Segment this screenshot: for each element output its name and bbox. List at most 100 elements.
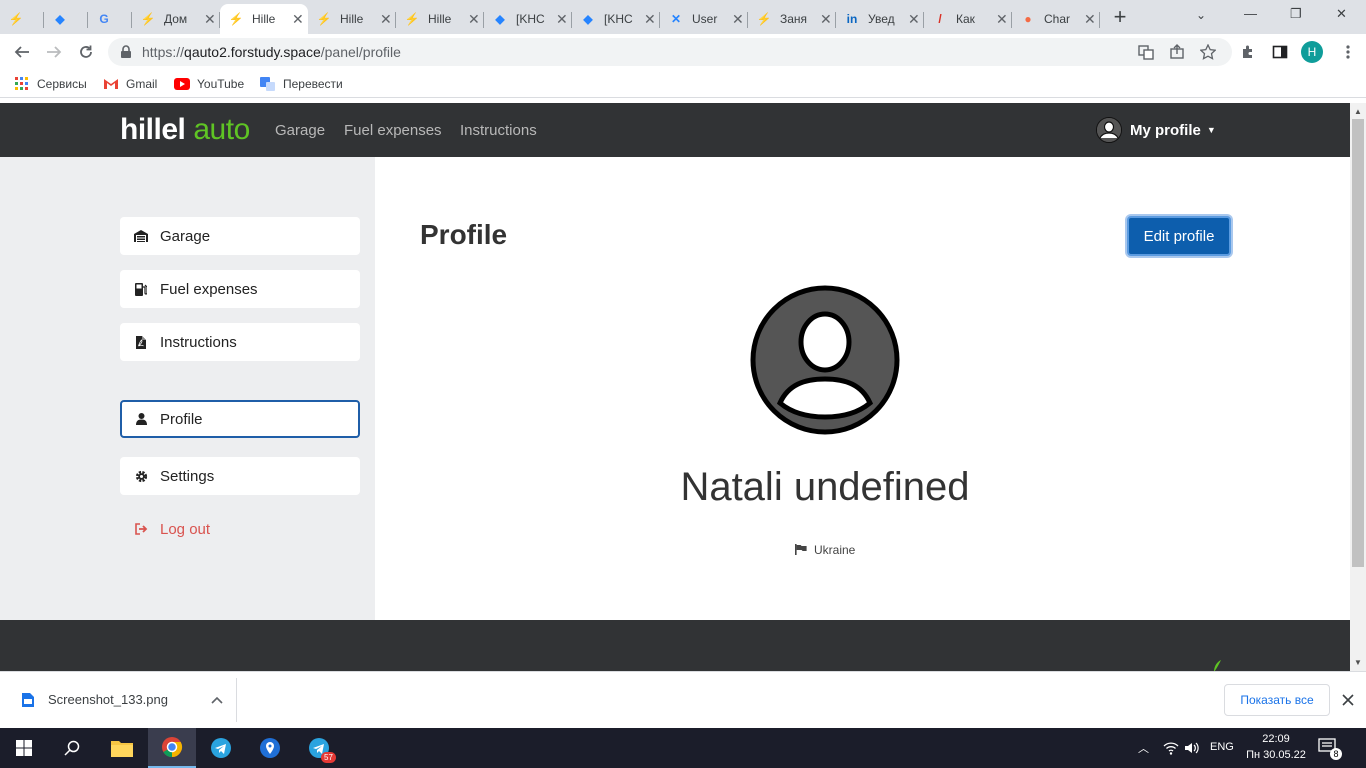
bookmark-services[interactable]: Сервисы — [14, 76, 87, 92]
system-clock[interactable]: 22:09 Пн 30.05.22 — [1244, 731, 1308, 763]
input-language[interactable]: ENG — [1210, 741, 1234, 753]
browser-tab[interactable]: ⚡ Hille ✕ — [220, 4, 308, 34]
sidebar-item-fuel-expenses[interactable]: Fuel expenses — [120, 270, 360, 308]
taskbar-telegram[interactable] — [197, 728, 245, 768]
tab-close-icon[interactable]: ✕ — [820, 11, 832, 28]
sidebar-item-garage[interactable]: Garage — [120, 217, 360, 255]
tab-title: Hille — [340, 12, 364, 26]
bookmark-star-button[interactable] — [1196, 40, 1220, 64]
sidebar-item-logout[interactable]: Log out — [120, 510, 360, 548]
translate-icon — [1138, 45, 1154, 60]
wifi-icon[interactable] — [1163, 741, 1179, 755]
browser-tab[interactable]: ⚡ Hille ✕ — [396, 4, 484, 34]
translate-page-button[interactable] — [1134, 40, 1158, 64]
sidebar-item-profile[interactable]: Profile — [120, 400, 360, 438]
tab-close-icon[interactable]: ✕ — [556, 11, 568, 28]
tab-close-icon[interactable]: ✕ — [644, 11, 656, 28]
caret-down-icon: ▼ — [1206, 125, 1216, 135]
tab-close-icon[interactable]: ✕ — [996, 11, 1008, 28]
start-button[interactable] — [0, 728, 48, 768]
hillel-auto-logo[interactable]: hillel auto — [120, 113, 250, 147]
chart-icon: ● — [1024, 12, 1032, 26]
address-bar[interactable]: https://qauto2.forstudy.space/panel/prof… — [108, 38, 1232, 66]
edit-profile-button[interactable]: Edit profile — [1127, 216, 1231, 256]
notification-center-button[interactable]: 8 — [1318, 738, 1342, 760]
forward-button[interactable] — [42, 40, 66, 64]
sidebar-item-instructions[interactable]: Instructions — [120, 323, 360, 361]
extensions-button[interactable] — [1236, 40, 1260, 64]
my-profile-dropdown[interactable]: My profile ▼ — [1096, 117, 1216, 143]
kebab-menu-icon — [1346, 45, 1350, 59]
gear-icon — [134, 470, 148, 483]
page-scrollbar[interactable]: ▲ ▼ — [1350, 103, 1366, 671]
map-pin-icon — [260, 738, 280, 758]
download-item[interactable]: Screenshot_133.png — [22, 692, 223, 707]
browser-tab[interactable]: / Как ✕ — [924, 4, 1012, 34]
profile-avatar-button[interactable]: H — [1300, 40, 1324, 64]
browser-tab[interactable]: ⚡ Hille ✕ — [308, 4, 396, 34]
tab-close-icon[interactable]: ✕ — [380, 11, 392, 28]
browser-tab[interactable]: ⚡ Заня ✕ — [748, 4, 836, 34]
leaf-icon — [1214, 660, 1221, 671]
browser-tab[interactable]: ◆ — [44, 4, 88, 34]
logo-main-text: hillel — [120, 113, 186, 146]
browser-tab[interactable]: ✕ User ✕ — [660, 4, 748, 34]
browser-tab[interactable]: ⚡ — [0, 4, 44, 34]
tab-close-icon[interactable]: ✕ — [292, 11, 304, 28]
nav-link-garage[interactable]: Garage — [275, 122, 325, 139]
tab-title: Hille — [428, 12, 452, 26]
bookmark-translate[interactable]: Перевести — [260, 76, 343, 92]
logo-accent-text: auto — [193, 113, 250, 146]
taskbar-chrome[interactable] — [148, 728, 196, 768]
nav-link-instructions[interactable]: Instructions — [460, 122, 537, 139]
restore-button[interactable]: ❐ — [1290, 6, 1302, 22]
browser-tab[interactable]: G — [88, 4, 132, 34]
tab-close-icon[interactable]: ✕ — [732, 11, 744, 28]
hillel-green-icon: ⚡ — [404, 12, 420, 26]
browser-tab[interactable]: in Увед ✕ — [836, 4, 924, 34]
tab-close-icon[interactable]: ✕ — [908, 11, 920, 28]
search-button[interactable] — [48, 728, 96, 768]
minimize-button[interactable]: — — [1244, 6, 1257, 21]
tab-close-icon[interactable]: ✕ — [468, 11, 480, 28]
taskbar-telegram-2[interactable]: 57 — [295, 728, 343, 768]
taskbar-file-explorer[interactable] — [98, 728, 146, 768]
browser-tab[interactable]: ⚡ Дом ✕ — [132, 4, 220, 34]
sidebar-item-settings[interactable]: Settings — [120, 457, 360, 495]
browser-menu-button[interactable] — [1336, 40, 1360, 64]
clock-date: Пн 30.05.22 — [1246, 749, 1306, 761]
side-panel-button[interactable] — [1268, 40, 1292, 64]
scroll-up-icon[interactable]: ▲ — [1354, 107, 1362, 116]
share-button[interactable] — [1165, 40, 1189, 64]
chevron-up-icon[interactable] — [211, 696, 223, 704]
speaker-icon[interactable] — [1184, 741, 1200, 755]
tab-close-icon[interactable]: ✕ — [204, 11, 216, 28]
tab-search-chevron-icon[interactable]: ⌄ — [1196, 8, 1206, 22]
windows-taskbar: 57 ︿ ENG 22:09 Пн 30.05.22 8 — [0, 728, 1366, 768]
scrollbar-thumb[interactable] — [1352, 119, 1364, 567]
back-button[interactable] — [10, 40, 34, 64]
browser-tab[interactable]: ● Char ✕ — [1012, 4, 1100, 34]
browser-tab-strip: ⚡ ◆ G ⚡ Дом ✕ ⚡ Hille ✕ ⚡ Hille ✕ ⚡ Hille ✕ ◆ [KHC ✕ ◆ [KHC… — [0, 0, 1366, 34]
show-all-downloads-button[interactable]: Показать все — [1224, 684, 1330, 716]
logout-icon — [134, 523, 148, 535]
generic-icon: / — [938, 12, 942, 26]
reload-button[interactable] — [74, 40, 98, 64]
fuel-icon — [134, 282, 148, 296]
bookmark-gmail[interactable]: Gmail — [103, 76, 157, 92]
bookmark-label: Gmail — [126, 77, 158, 91]
sidebar-item-label: Instructions — [160, 333, 237, 351]
new-tab-button[interactable]: + — [1110, 4, 1130, 30]
sidebar-item-label: Settings — [160, 467, 215, 485]
bookmark-youtube[interactable]: YouTube — [174, 76, 244, 92]
show-hidden-icons-chevron-icon[interactable]: ︿ — [1138, 740, 1149, 756]
user-avatar-icon — [1096, 117, 1122, 143]
scroll-down-icon[interactable]: ▼ — [1354, 658, 1362, 667]
browser-tab[interactable]: ◆ [KHC ✕ — [572, 4, 660, 34]
window-close-button[interactable]: ✕ — [1336, 6, 1347, 22]
close-icon[interactable] — [1342, 694, 1354, 706]
taskbar-maps-app[interactable] — [246, 728, 294, 768]
nav-link-fuel-expenses[interactable]: Fuel expenses — [344, 122, 442, 139]
browser-tab[interactable]: ◆ [KHC ✕ — [484, 4, 572, 34]
tab-close-icon[interactable]: ✕ — [1084, 11, 1096, 28]
